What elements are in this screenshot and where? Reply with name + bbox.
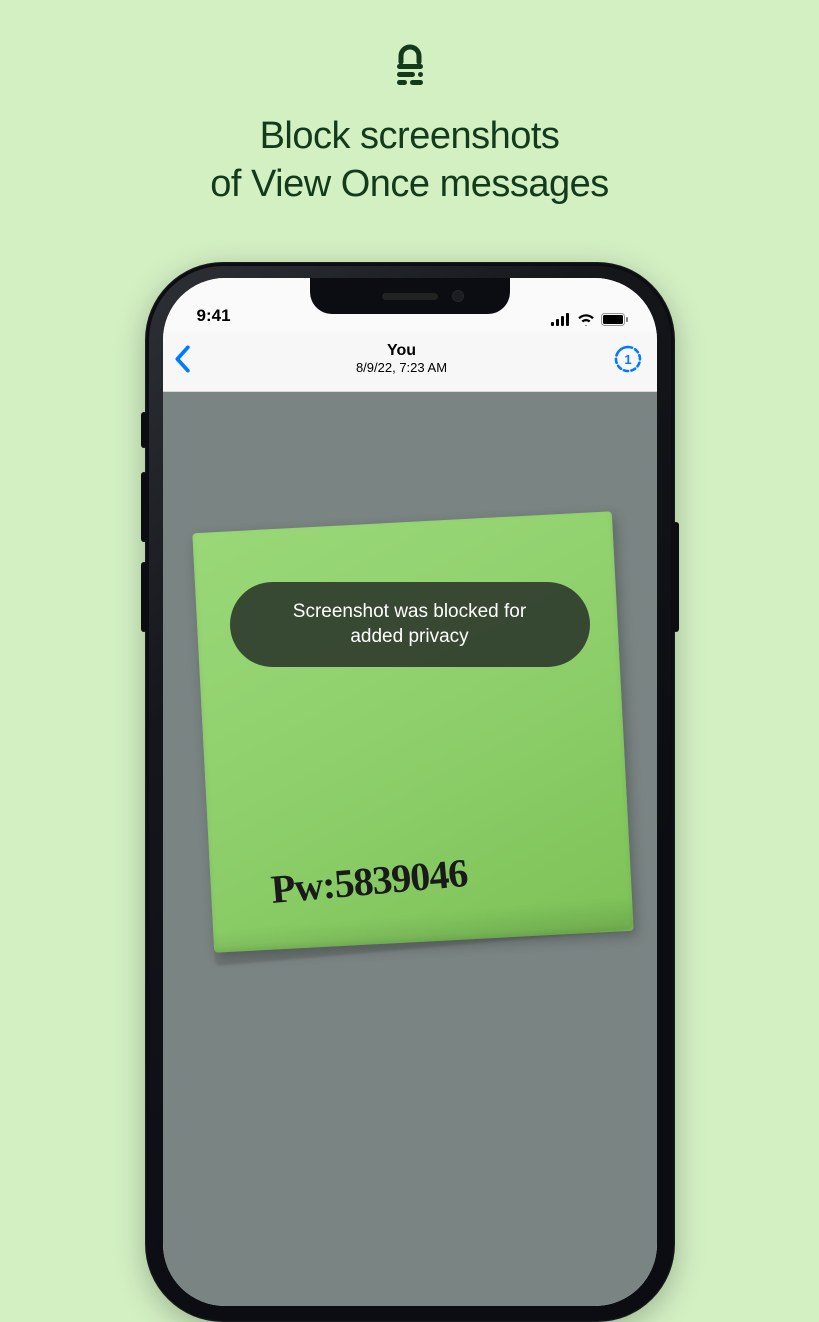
phone-screen: 9:41 You xyxy=(163,278,657,1306)
speaker-grille xyxy=(382,293,438,300)
status-time: 9:41 xyxy=(197,306,231,326)
status-indicators xyxy=(551,313,629,326)
cellular-signal-icon xyxy=(551,313,571,326)
volume-up-button xyxy=(141,472,147,542)
headline-line2: of View Once messages xyxy=(210,161,609,209)
lock-stripes-icon xyxy=(385,40,435,95)
sticky-note-text: Pw:5839046 xyxy=(269,849,469,913)
chat-content: Pw:5839046 Screenshot was blocked for ad… xyxy=(163,392,657,1306)
back-button[interactable] xyxy=(173,345,191,373)
power-button xyxy=(673,522,679,632)
phone-body: 9:41 You xyxy=(145,262,675,1322)
phone-mockup: 9:41 You xyxy=(145,262,675,1322)
toast-line2: added privacy xyxy=(264,625,556,650)
wifi-icon xyxy=(577,313,595,326)
nav-bar: You 8/9/22, 7:23 AM 1 xyxy=(163,332,657,392)
front-camera xyxy=(452,290,464,302)
nav-subtitle: 8/9/22, 7:23 AM xyxy=(191,360,613,375)
svg-text:1: 1 xyxy=(624,352,631,367)
nav-title: You xyxy=(191,342,613,360)
phone-notch xyxy=(310,278,510,314)
headline-line1: Block screenshots xyxy=(210,113,609,161)
mute-switch xyxy=(141,412,147,448)
nav-title-block: You 8/9/22, 7:23 AM xyxy=(191,342,613,375)
volume-down-button xyxy=(141,562,147,632)
screenshot-blocked-toast: Screenshot was blocked for added privacy xyxy=(230,582,590,667)
hero-section: Block screenshots of View Once messages xyxy=(0,0,819,208)
battery-icon xyxy=(601,313,629,326)
view-once-icon[interactable]: 1 xyxy=(613,344,643,374)
headline: Block screenshots of View Once messages xyxy=(210,113,609,208)
sticky-note: Pw:5839046 xyxy=(192,511,633,952)
toast-line1: Screenshot was blocked for xyxy=(264,600,556,625)
